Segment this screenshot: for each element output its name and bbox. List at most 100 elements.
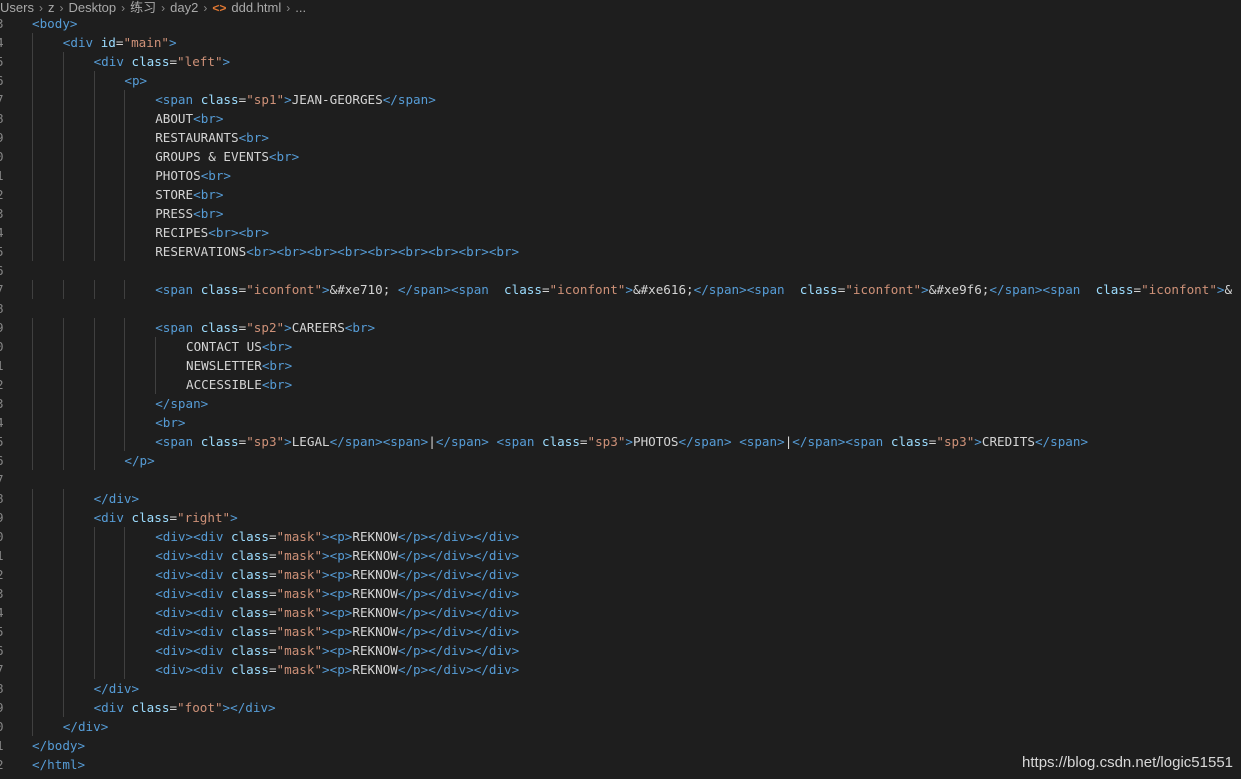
- code-token: CAREERS: [291, 320, 345, 335]
- code-line[interactable]: 4 <div id="main">: [0, 33, 1241, 52]
- line-number: 4: [0, 33, 8, 52]
- code-line[interactable]: 0 GROUPS & EVENTS<br>: [0, 147, 1241, 166]
- code-token: <br>: [261, 377, 293, 392]
- code-line[interactable]: 9 <span class="sp2">CAREERS<br>: [0, 318, 1241, 337]
- indent-guide: [32, 166, 33, 185]
- indent-guide: [32, 242, 33, 261]
- code-line[interactable]: 8 ABOUT<br>: [0, 109, 1241, 128]
- code-token: CONTACT US: [186, 339, 262, 354]
- line-number: 2: [0, 185, 8, 204]
- code-line[interactable]: 3 </span>: [0, 394, 1241, 413]
- line-number: 7: [0, 90, 8, 109]
- code-token: </div>: [62, 719, 109, 734]
- code-token: class: [1095, 282, 1134, 297]
- code-line[interactable]: 2 <div><div class="mask"><p>REKNOW</p></d…: [0, 565, 1241, 584]
- code-token: NEWSLETTER: [186, 358, 262, 373]
- code-token: |: [428, 434, 436, 449]
- indent-guide: [62, 166, 64, 185]
- line-number: 2: [0, 375, 8, 394]
- line-number: 9: [0, 128, 8, 147]
- indent-guide: [124, 128, 126, 147]
- code-token: id: [100, 35, 116, 50]
- code-text: RESTAURANTS<br>: [155, 128, 269, 147]
- code-line[interactable]: 5 <div class="left">: [0, 52, 1241, 71]
- code-token: =: [268, 548, 277, 563]
- code-line[interactable]: 6: [0, 261, 1241, 280]
- code-line[interactable]: 1 PHOTOS<br>: [0, 166, 1241, 185]
- code-text: <div class="left">: [94, 52, 231, 71]
- indent-guide: [32, 603, 33, 622]
- code-line[interactable]: 8: [0, 299, 1241, 318]
- code-text: GROUPS & EVENTS<br>: [155, 147, 299, 166]
- indent-guide: [93, 603, 95, 622]
- line-number: 7: [0, 660, 8, 679]
- code-line[interactable]: 7 <span class="sp1">JEAN-GEORGES</span>: [0, 90, 1241, 109]
- code-token: =: [268, 586, 277, 601]
- code-text: </div>: [94, 489, 140, 508]
- indent-guide: [124, 413, 126, 432]
- code-text: RECIPES<br><br>: [155, 223, 269, 242]
- code-line[interactable]: 0 CONTACT US<br>: [0, 337, 1241, 356]
- code-token: RESTAURANTS: [155, 130, 239, 145]
- line-number: 4: [0, 223, 8, 242]
- code-line[interactable]: 6 <div><div class="mask"><p>REKNOW</p></d…: [0, 641, 1241, 660]
- indent-guide: [62, 584, 64, 603]
- line-number: 8: [0, 299, 8, 318]
- code-line[interactable]: 4 <div><div class="mask"><p>REKNOW</p></d…: [0, 603, 1241, 622]
- code-line[interactable]: 9 <div class="right">: [0, 508, 1241, 527]
- indent-guide: [62, 280, 64, 299]
- code-line[interactable]: 1 </body>: [0, 736, 1241, 755]
- code-line[interactable]: 9 RESTAURANTS<br>: [0, 128, 1241, 147]
- code-line[interactable]: 5<span class="sp3">LEGAL</span><span>|</…: [0, 432, 1241, 451]
- code-token: "sp1": [246, 92, 285, 107]
- code-line[interactable]: 1 <div><div class="mask"><p>REKNOW</p></d…: [0, 546, 1241, 565]
- code-line[interactable]: 9 <div class="foot"></div>: [0, 698, 1241, 717]
- code-token: ><p>: [322, 567, 353, 582]
- code-text: PRESS<br>: [155, 204, 223, 223]
- code-line[interactable]: 3 <body>: [0, 14, 1241, 33]
- code-line[interactable]: 8 </div>: [0, 489, 1241, 508]
- code-line[interactable]: 8 </div>: [0, 679, 1241, 698]
- code-token: "sp2": [246, 320, 285, 335]
- code-token: <div><div: [155, 662, 232, 677]
- code-line[interactable]: 4 RECIPES<br><br>: [0, 223, 1241, 242]
- code-line[interactable]: 3 <div><div class="mask"><p>REKNOW</p></d…: [0, 584, 1241, 603]
- code-line[interactable]: 1 NEWSLETTER<br>: [0, 356, 1241, 375]
- code-line[interactable]: 5 RESERVATIONS<br><br><br><br><br><br><br…: [0, 242, 1241, 261]
- code-line[interactable]: 7 <div><div class="mask"><p>REKNOW</p></d…: [0, 660, 1241, 679]
- code-line[interactable]: 2 ACCESSIBLE<br>: [0, 375, 1241, 394]
- indent-guide: [93, 584, 95, 603]
- line-number: 0: [0, 147, 8, 166]
- code-line[interactable]: 4 <br>: [0, 413, 1241, 432]
- indent-guide: [124, 660, 126, 679]
- code-line[interactable]: 3 PRESS<br>: [0, 204, 1241, 223]
- code-line[interactable]: 0 <div><div class="mask"><p>REKNOW</p></d…: [0, 527, 1241, 546]
- code-token: </span><span: [792, 434, 891, 449]
- indent-guide: [124, 318, 126, 337]
- indent-guide: [32, 71, 33, 90]
- code-token: =: [268, 643, 277, 658]
- code-editor[interactable]: 3<body>4<div id="main">5<div class="left…: [0, 14, 1241, 779]
- code-token: <span: [155, 92, 201, 107]
- indent-guide: [93, 337, 95, 356]
- code-token: <span: [496, 434, 542, 449]
- code-line[interactable]: 7: [0, 470, 1241, 489]
- code-token: &#xe710;: [329, 282, 398, 297]
- code-token: <span: [155, 320, 201, 335]
- code-token: class: [504, 282, 542, 297]
- code-text: <br>: [155, 413, 185, 432]
- indent-guide: [62, 679, 64, 698]
- code-token: </p>: [124, 453, 155, 468]
- code-line[interactable]: 2 STORE<br>: [0, 185, 1241, 204]
- indent-guide: [93, 641, 95, 660]
- code-line[interactable]: 7<span class="iconfont">&#xe710; </span>…: [0, 280, 1241, 299]
- code-token: <br>: [268, 149, 300, 164]
- code-token: class: [231, 529, 269, 544]
- indent-guide: [62, 375, 64, 394]
- code-line[interactable]: 6 </p>: [0, 451, 1241, 470]
- code-line[interactable]: 0 </div>: [0, 717, 1241, 736]
- code-line[interactable]: 6 <p>: [0, 71, 1241, 90]
- code-text: <span class="sp3">LEGAL</span><span>|</s…: [155, 432, 1088, 451]
- code-text: <div><div class="mask"><p>REKNOW</p></di…: [155, 546, 519, 565]
- code-line[interactable]: 5 <div><div class="mask"><p>REKNOW</p></d…: [0, 622, 1241, 641]
